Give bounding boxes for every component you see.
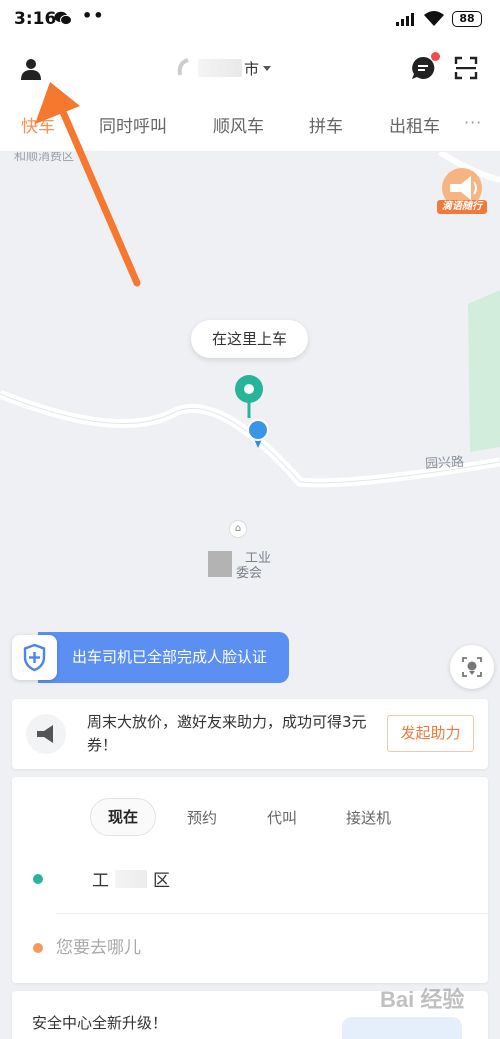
- booking-card: 现在 预约 代叫 接送机 工 区: [12, 777, 488, 983]
- face-auth-banner[interactable]: 出车司机已全部完成人脸认证: [12, 632, 289, 683]
- road-name-label: 园兴路: [424, 454, 465, 473]
- promo-card: 周末大放价，邀好友来助力，成功可得3元券！ 发起助力: [12, 699, 488, 769]
- current-location-icon: [247, 419, 269, 448]
- origin-redacted: [115, 869, 147, 888]
- watermark: Bai 经验: [380, 987, 465, 1012]
- poi-name-redacted: [208, 551, 232, 577]
- mode-reserve[interactable]: 预约: [187, 807, 217, 828]
- destination-input[interactable]: [56, 933, 456, 963]
- shield-icon: [23, 643, 46, 672]
- start-assist-button[interactable]: 发起助力: [387, 715, 474, 752]
- origin-prefix: 工: [92, 871, 109, 891]
- poi-label-line2: 委会: [236, 566, 263, 581]
- pickup-bubble[interactable]: 在这里上车: [191, 320, 308, 358]
- destination-dot-icon: [33, 943, 43, 953]
- mode-call-for-others[interactable]: 代叫: [267, 807, 297, 828]
- shield-card: [12, 635, 57, 680]
- origin-dot-icon: [33, 874, 43, 884]
- building-icon: ⌂: [229, 520, 247, 538]
- origin-suffix: 区: [153, 871, 170, 891]
- origin-field[interactable]: 工 区: [92, 866, 170, 891]
- megaphone-icon: [37, 725, 53, 743]
- divider: [56, 913, 488, 914]
- annotation-arrow: [35, 82, 141, 287]
- mode-airport[interactable]: 接送机: [346, 807, 391, 828]
- safety-center-text: 安全中心全新升级！: [32, 1014, 168, 1032]
- auth-banner-text: 出车司机已全部完成人脸认证: [72, 648, 268, 666]
- locate-icon: [462, 657, 482, 677]
- promo-text: 周末大放价，邀好友来助力，成功可得3元券！: [87, 713, 367, 754]
- locate-button[interactable]: [450, 645, 494, 689]
- promo-icon-wrap: [26, 714, 66, 754]
- mode-now[interactable]: 现在: [90, 798, 156, 836]
- safety-illustration: [342, 1017, 462, 1039]
